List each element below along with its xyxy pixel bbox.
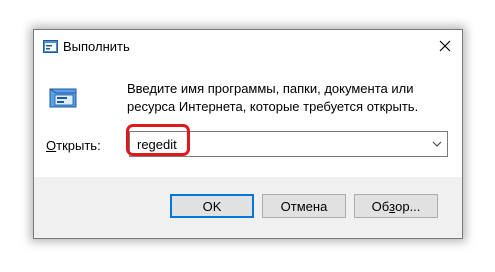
browse-label-pre: Об [371,198,390,214]
cancel-button[interactable]: Отмена [262,194,346,218]
run-app-icon [43,40,58,53]
input-highlight-annotation [126,124,190,156]
ok-button[interactable]: OK [170,194,254,218]
open-label-text: ткрыть: [56,138,101,153]
dialog-content: Введите имя программы, папки, документа … [34,62,462,177]
dialog-footer: OK Отмена Об з ор... [34,177,462,238]
window-title: Выполнить [63,39,130,54]
browse-button[interactable]: Об з ор... [354,194,438,218]
close-button[interactable] [428,30,462,62]
browse-label-post: ор... [395,198,421,214]
page: Выполнить Введите имя программы, папки, … [0,0,495,272]
title-bar[interactable]: Выполнить [34,30,462,62]
chevron-down-icon [432,141,442,147]
open-label: Открыть: [46,138,101,153]
run-program-icon [46,87,80,109]
dialog-description: Введите имя программы, папки, документа … [127,81,419,114]
combobox-dropdown-button[interactable] [427,132,447,156]
open-label-accelerator: О [46,138,57,153]
close-icon [439,40,451,52]
run-dialog: Выполнить Введите имя программы, папки, … [33,29,463,239]
